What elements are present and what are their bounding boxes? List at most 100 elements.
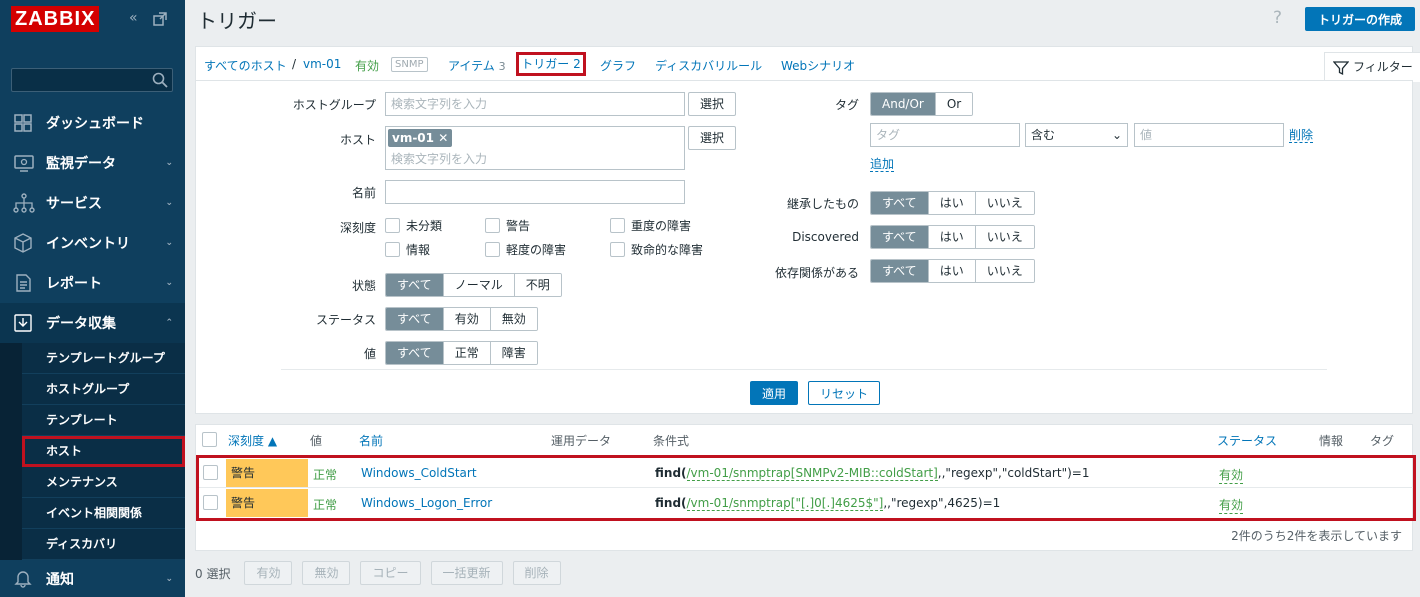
chevron-down-icon: ⌄ — [165, 158, 173, 168]
table-row: 警告 正常 Windows_ColdStart find(/vm-01/snmp… — [199, 458, 1413, 488]
submenu-templates[interactable]: テンプレート — [22, 405, 185, 436]
state-unknown-option[interactable]: 不明 — [514, 274, 561, 296]
dependencies-all-option[interactable]: すべて — [871, 260, 929, 282]
breadcrumb-host[interactable]: vm-01 — [303, 57, 341, 71]
status-label: ステータス — [315, 313, 376, 327]
zabbix-logo[interactable]: ZABBIX — [11, 6, 100, 32]
tag-name-input[interactable]: タグ — [870, 123, 1020, 147]
tab-web-scenarios[interactable]: Webシナリオ — [781, 57, 855, 74]
kiosk-mode-icon[interactable] — [153, 12, 167, 26]
sidebar-search-input[interactable] — [11, 68, 173, 92]
status-disabled-option[interactable]: 無効 — [490, 308, 537, 330]
tab-triggers[interactable]: トリガー 2 — [516, 52, 586, 76]
discovered-no-option[interactable]: いいえ — [975, 226, 1034, 248]
host-multiselect[interactable]: vm-01 ✕ 検索文字列を入力 — [385, 126, 685, 170]
search-icon[interactable] — [152, 72, 168, 88]
nav-data-collection[interactable]: データ収集 ⌃ — [0, 303, 185, 343]
submenu-hosts[interactable]: ホスト — [22, 436, 185, 467]
severity-cell: 警告 — [226, 489, 308, 517]
inherited-no-option[interactable]: いいえ — [975, 192, 1034, 214]
trigger-name-link[interactable]: Windows_Logon_Error — [361, 496, 492, 510]
nav-services[interactable]: サービス ⌄ — [0, 183, 185, 223]
mass-copy-button[interactable]: コピー — [360, 561, 421, 585]
mass-actions-bar: 0 選択 有効 無効 コピー 一括更新 削除 — [195, 561, 571, 585]
host-select-button[interactable]: 選択 — [688, 126, 736, 150]
status-toggle-link[interactable]: 有効 — [1219, 466, 1244, 484]
tab-items[interactable]: アイテム 3 — [448, 57, 506, 74]
value-ok-option[interactable]: 正常 — [443, 342, 491, 364]
reset-button[interactable]: リセット — [808, 381, 880, 405]
nav-inventory[interactable]: インベントリ ⌄ — [0, 223, 185, 263]
mass-update-button[interactable]: 一括更新 — [430, 561, 503, 585]
nav-dashboard[interactable]: ダッシュボード — [0, 103, 185, 143]
main-content: トリガー ? トリガーの作成 すべてのホスト / vm-01 有効 SNMP ア… — [185, 0, 1420, 597]
inherited-yes-option[interactable]: はい — [928, 192, 976, 214]
expression-item-link[interactable]: /vm-01/snmptrap["[.]0[.]4625$"] — [686, 496, 884, 511]
submenu-template-groups[interactable]: テンプレートグループ — [22, 343, 185, 374]
apply-button[interactable]: 適用 — [750, 381, 798, 405]
status-toggle-link[interactable]: 有効 — [1219, 496, 1244, 514]
tab-graphs[interactable]: グラフ — [600, 57, 636, 74]
severity-high-checkbox[interactable]: 重度の障害 — [610, 217, 691, 234]
tags-or-option[interactable]: Or — [935, 93, 973, 115]
header-status[interactable]: ステータス — [1217, 432, 1277, 449]
submenu-discovery[interactable]: ディスカバリ — [22, 529, 185, 560]
severity-warning-checkbox[interactable]: 警告 — [485, 217, 530, 234]
create-trigger-button[interactable]: トリガーの作成 — [1305, 7, 1415, 31]
severity-information-checkbox[interactable]: 情報 — [385, 241, 430, 258]
state-normal-option[interactable]: ノーマル — [443, 274, 515, 296]
tags-and-or-option[interactable]: And/Or — [871, 93, 936, 115]
tag-remove-link[interactable]: 削除 — [1289, 128, 1314, 143]
tag-value-input[interactable]: 値 — [1134, 123, 1284, 147]
dependencies-no-option[interactable]: いいえ — [975, 260, 1034, 282]
breadcrumb-all-hosts[interactable]: すべてのホスト — [204, 57, 287, 74]
nav-label: インベントリ — [46, 236, 130, 252]
page-title: トリガー — [197, 9, 277, 33]
host-status-enabled[interactable]: 有効 — [355, 57, 379, 74]
nav-label: サービス — [46, 196, 102, 212]
header-operational-data: 運用データ — [551, 434, 612, 448]
nav-notifications[interactable]: 通知 ⌄ — [0, 560, 185, 597]
value-all-option[interactable]: すべて — [386, 342, 444, 364]
header-severity[interactable]: 深刻度 ▲ — [228, 432, 277, 449]
host-group-select-button[interactable]: 選択 — [688, 92, 736, 116]
nav-monitoring[interactable]: 監視データ ⌄ — [0, 143, 185, 183]
submenu-maintenance[interactable]: メンテナンス — [22, 467, 185, 498]
tag-add-link[interactable]: 追加 — [870, 157, 895, 172]
status-enabled-option[interactable]: 有効 — [443, 308, 491, 330]
state-radio-group: すべて ノーマル 不明 — [385, 273, 562, 297]
tag-operator-select[interactable]: 含む ⌄ — [1025, 123, 1128, 147]
discovered-yes-option[interactable]: はい — [928, 226, 976, 248]
inherited-all-option[interactable]: すべて — [871, 192, 929, 214]
collapse-sidebar-icon[interactable]: « — [129, 10, 138, 26]
name-input[interactable] — [385, 180, 685, 204]
discovered-all-option[interactable]: すべて — [871, 226, 929, 248]
submenu-host-groups[interactable]: ホストグループ — [22, 374, 185, 405]
row-checkbox[interactable] — [203, 495, 218, 510]
monitoring-icon — [14, 155, 34, 172]
severity-disaster-checkbox[interactable]: 致命的な障害 — [610, 241, 703, 258]
select-all-checkbox[interactable] — [202, 432, 217, 447]
severity-not-classified-checkbox[interactable]: 未分類 — [385, 217, 442, 234]
expression-item-link[interactable]: /vm-01/snmptrap[SNMPv2-MIB::coldStart] — [686, 466, 938, 481]
discovered-label: Discovered — [792, 230, 859, 244]
help-icon[interactable]: ? — [1273, 8, 1282, 28]
dependencies-yes-option[interactable]: はい — [928, 260, 976, 282]
status-all-option[interactable]: すべて — [386, 308, 444, 330]
row-checkbox[interactable] — [203, 465, 218, 480]
mass-disable-button[interactable]: 無効 — [302, 561, 351, 585]
host-group-input[interactable]: 検索文字列を入力 — [385, 92, 685, 116]
dependencies-radio-group: すべて はい いいえ — [870, 259, 1035, 283]
remove-chip-icon[interactable]: ✕ — [438, 131, 448, 145]
trigger-name-link[interactable]: Windows_ColdStart — [361, 466, 477, 480]
severity-average-checkbox[interactable]: 軽度の障害 — [485, 241, 566, 258]
value-problem-option[interactable]: 障害 — [490, 342, 537, 364]
state-all-option[interactable]: すべて — [386, 274, 444, 296]
tab-discovery-rules[interactable]: ディスカバリルール — [655, 57, 762, 74]
mass-enable-button[interactable]: 有効 — [244, 561, 293, 585]
filter-tab[interactable]: フィルター — [1324, 52, 1420, 82]
nav-reports[interactable]: レポート ⌄ — [0, 263, 185, 303]
mass-delete-button[interactable]: 削除 — [512, 561, 561, 585]
header-name[interactable]: 名前 — [359, 432, 383, 449]
submenu-event-correlation[interactable]: イベント相関関係 — [22, 498, 185, 529]
